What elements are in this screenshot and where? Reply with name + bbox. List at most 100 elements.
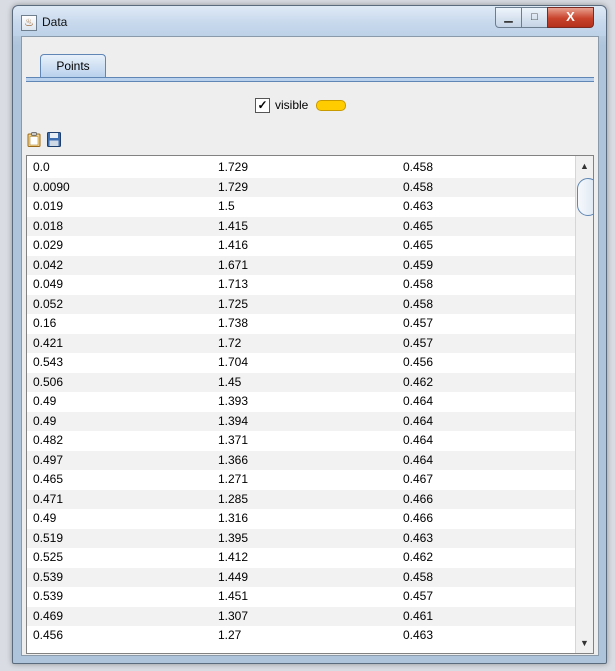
table-cell: 0.458 [403,277,434,291]
java-app-icon: ♨ [21,15,37,31]
table-row[interactable]: 0.525 1.412 0.462 [27,548,575,568]
table-row[interactable]: 0.471 1.285 0.466 [27,489,575,509]
table-row[interactable]: 0.539 1.451 0.457 [27,587,575,607]
visible-label: visible [275,98,309,112]
table-row[interactable]: 0.482 1.371 0.464 [27,431,575,451]
table-cell: 0.465 [403,238,434,252]
save-icon[interactable] [47,132,61,147]
scroll-down-arrow[interactable]: ▼ [576,635,593,651]
minimize-button[interactable]: ▁ [495,7,522,28]
table-cell: 1.394 [218,413,249,428]
scroll-thumb[interactable] [577,178,593,216]
table-row[interactable]: 0.052 1.725 0.458 [27,294,575,314]
table-row[interactable]: 0.519 1.395 0.463 [27,528,575,548]
table-cell: 0.465 [403,218,434,233]
visible-checkbox[interactable]: ✓ [255,97,270,113]
table-cell: 0.464 [403,394,434,408]
table-row[interactable]: 0.539 1.449 0.458 [27,567,575,587]
table-row[interactable]: 0.49 1.393 0.464 [27,392,575,412]
table-row[interactable]: 0.049 1.713 0.458 [27,275,575,295]
table-cell: 1.415 [218,218,249,233]
title-bar[interactable]: ♨ Data ▁ □ X [13,6,606,36]
table-row[interactable]: 0.49 1.316 0.466 [27,509,575,529]
table-cell: 0.539 [33,589,64,603]
table-cell: 1.72 [218,335,242,350]
table-cell: 0.019 [33,199,64,213]
color-swatch[interactable] [316,99,347,111]
table-cell: 1.45 [218,374,242,389]
table-cell: 0.457 [403,316,434,330]
tab-strip-border [26,77,594,82]
table-cell: 0.543 [33,355,64,369]
table-cell: 0.16 [33,316,57,330]
table-cell: 0.052 [33,296,64,311]
table-cell: 0.029 [33,238,64,252]
table-cell: 1.307 [218,608,249,623]
table-cell: 0.458 [403,160,434,174]
table-cell: 0.464 [403,433,434,447]
table-cell: 0.456 [33,628,64,642]
table-row[interactable]: 0.497 1.366 0.464 [27,450,575,470]
table-cell: 1.725 [218,296,249,311]
table-cell: 1.395 [218,530,249,545]
table-row[interactable]: 0.421 1.72 0.457 [27,333,575,353]
table-cell: 0.0 [33,160,50,174]
table-cell: 0.462 [403,550,434,564]
table-cell: 1.671 [218,257,249,272]
table-row[interactable]: 0.018 1.415 0.465 [27,216,575,236]
table-cell: 1.704 [218,355,249,369]
table-row[interactable]: 0.16 1.738 0.457 [27,314,575,334]
points-table[interactable]: 0.0 1.729 0.458 0.0090 1.729 0.458 0.019 1.5 0.4… [26,155,594,654]
table-row[interactable]: 0.469 1.307 0.461 [27,606,575,626]
table-row[interactable]: 0.029 1.416 0.465 [27,236,575,256]
table-cell: 0.539 [33,569,64,584]
table-cell: 0.464 [403,413,434,428]
table-cell: 0.467 [403,472,434,486]
table-cell: 0.042 [33,257,64,272]
table-cell: 0.463 [403,628,434,642]
maximize-button[interactable]: □ [521,7,548,28]
table-cell: 0.506 [33,374,64,389]
table-row[interactable]: 0.019 1.5 0.463 [27,197,575,217]
table-cell: 0.49 [33,413,57,428]
table-cell: 0.458 [403,296,434,311]
table-cell: 1.738 [218,316,249,330]
vertical-scrollbar[interactable]: ▲ ▼ [575,156,593,653]
table-cell: 1.449 [218,569,249,584]
data-window: ♨ Data ▁ □ X Points ✓ visible 0.0 1.729 0.… [12,5,607,664]
table-row[interactable]: 0.456 1.27 0.463 [27,626,575,646]
window-content: Points ✓ visible 0.0 1.729 0.458 0.0090 1.72… [21,36,599,656]
table-cell: 0.463 [403,199,434,213]
scroll-up-arrow[interactable]: ▲ [576,158,593,174]
table-row[interactable]: 0.042 1.671 0.459 [27,255,575,275]
table-cell: 0.461 [403,608,434,623]
table-cell: 0.0090 [33,179,70,194]
close-button[interactable]: X [547,7,594,28]
table-cell: 1.285 [218,491,249,506]
table-body: 0.0 1.729 0.458 0.0090 1.729 0.458 0.019 1.5 0.4… [27,158,575,646]
table-row[interactable]: 0.465 1.271 0.467 [27,470,575,490]
table-cell: 0.49 [33,394,57,408]
table-cell: 1.451 [218,589,249,603]
table-cell: 1.371 [218,433,249,447]
table-cell: 0.463 [403,530,434,545]
table-row[interactable]: 0.49 1.394 0.464 [27,411,575,431]
tab-points[interactable]: Points [40,54,106,77]
table-row[interactable]: 0.543 1.704 0.456 [27,353,575,373]
clipboard-icon[interactable] [27,132,41,147]
table-cell: 0.462 [403,374,434,389]
table-cell: 1.316 [218,511,249,525]
table-row[interactable]: 0.0090 1.729 0.458 [27,177,575,197]
table-cell: 1.27 [218,628,242,642]
table-row[interactable]: 0.506 1.45 0.462 [27,372,575,392]
table-cell: 0.421 [33,335,64,350]
table-cell: 1.416 [218,238,249,252]
table-cell: 0.458 [403,569,434,584]
table-row[interactable]: 0.0 1.729 0.458 [27,158,575,178]
table-cell: 0.456 [403,355,434,369]
table-cell: 0.465 [33,472,64,486]
table-cell: 0.469 [33,608,64,623]
table-cell: 0.525 [33,550,64,564]
table-cell: 0.519 [33,530,64,545]
table-cell: 0.458 [403,179,434,194]
